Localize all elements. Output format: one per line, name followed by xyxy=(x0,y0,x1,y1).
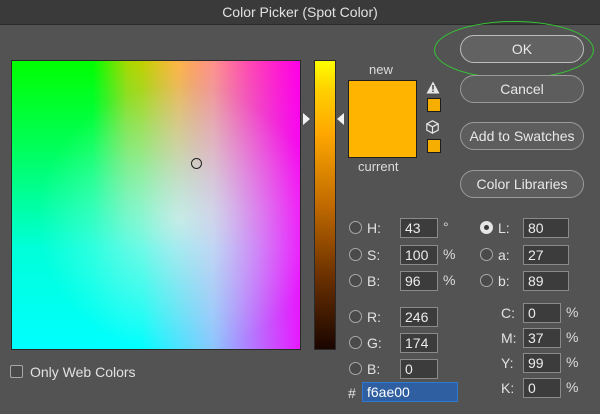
radio-rgb-b[interactable] xyxy=(349,362,362,375)
s-unit: % xyxy=(443,246,456,262)
h-label: H: xyxy=(367,220,381,236)
l-label: L: xyxy=(498,220,510,236)
lab-b-input[interactable]: 89 xyxy=(523,271,569,291)
y-label: Y: xyxy=(501,355,514,371)
b-unit: % xyxy=(443,272,456,288)
new-color-swatch xyxy=(349,81,416,119)
add-to-swatches-button[interactable]: Add to Swatches xyxy=(460,122,584,150)
cancel-button[interactable]: Cancel xyxy=(460,75,584,103)
radio-l[interactable] xyxy=(480,221,493,234)
rgb-b-label: B: xyxy=(367,361,381,377)
c-label: C: xyxy=(501,305,515,321)
slider-handle-right[interactable] xyxy=(337,113,344,125)
m-input[interactable]: 37 xyxy=(523,328,561,348)
lab-b-label: b: xyxy=(498,273,510,289)
color-libraries-button[interactable]: Color Libraries xyxy=(460,170,584,198)
only-web-colors-label: Only Web Colors xyxy=(30,364,136,380)
slider-handle-left[interactable] xyxy=(303,113,310,125)
rgb-b-input[interactable]: 0 xyxy=(400,359,438,379)
color-slider[interactable] xyxy=(314,60,336,350)
color-field[interactable] xyxy=(11,60,301,350)
cube-icon xyxy=(426,120,439,137)
hex-label: # xyxy=(348,385,356,401)
k-label: K: xyxy=(501,380,515,396)
a-label: a: xyxy=(498,247,510,263)
a-input[interactable]: 27 xyxy=(523,245,569,265)
window-title: Color Picker (Spot Color) xyxy=(0,0,600,25)
h-unit: ° xyxy=(443,219,449,235)
h-input[interactable]: 43 xyxy=(400,218,438,238)
radio-a[interactable] xyxy=(480,248,493,261)
radio-h[interactable] xyxy=(349,221,362,234)
radio-lab-b[interactable] xyxy=(480,274,493,287)
y-unit: % xyxy=(566,354,579,370)
r-label: R: xyxy=(367,309,381,325)
c-unit: % xyxy=(566,304,579,320)
web-safe-warning-swatch[interactable] xyxy=(427,139,441,153)
hex-input[interactable]: f6ae00 xyxy=(362,382,458,402)
b-input[interactable]: 96 xyxy=(400,271,438,291)
color-preview xyxy=(348,80,417,158)
c-input[interactable]: 0 xyxy=(523,303,561,323)
radio-s[interactable] xyxy=(349,248,362,261)
b-label: B: xyxy=(367,273,381,289)
s-input[interactable]: 100 xyxy=(400,245,438,265)
s-label: S: xyxy=(367,247,381,263)
k-input[interactable]: 0 xyxy=(523,378,561,398)
warning-icon xyxy=(426,81,440,97)
current-color-swatch[interactable] xyxy=(349,119,416,157)
gamut-warning-swatch[interactable] xyxy=(427,98,441,112)
radio-b[interactable] xyxy=(349,274,362,287)
y-input[interactable]: 99 xyxy=(523,353,561,373)
m-unit: % xyxy=(566,329,579,345)
color-picker-dialog: Color Picker (Spot Color) new current OK… xyxy=(0,0,600,414)
current-label: current xyxy=(358,159,399,174)
ok-button[interactable]: OK xyxy=(460,35,584,63)
k-unit: % xyxy=(566,379,579,395)
l-input[interactable]: 80 xyxy=(523,218,569,238)
r-input[interactable]: 246 xyxy=(400,307,438,327)
g-input[interactable]: 174 xyxy=(400,333,438,353)
radio-g[interactable] xyxy=(349,336,362,349)
new-label: new xyxy=(369,62,393,77)
g-label: G: xyxy=(367,335,382,351)
m-label: M: xyxy=(501,330,517,346)
only-web-colors-checkbox[interactable] xyxy=(10,365,23,378)
color-field-picker-ring[interactable] xyxy=(191,158,202,169)
radio-r[interactable] xyxy=(349,310,362,323)
